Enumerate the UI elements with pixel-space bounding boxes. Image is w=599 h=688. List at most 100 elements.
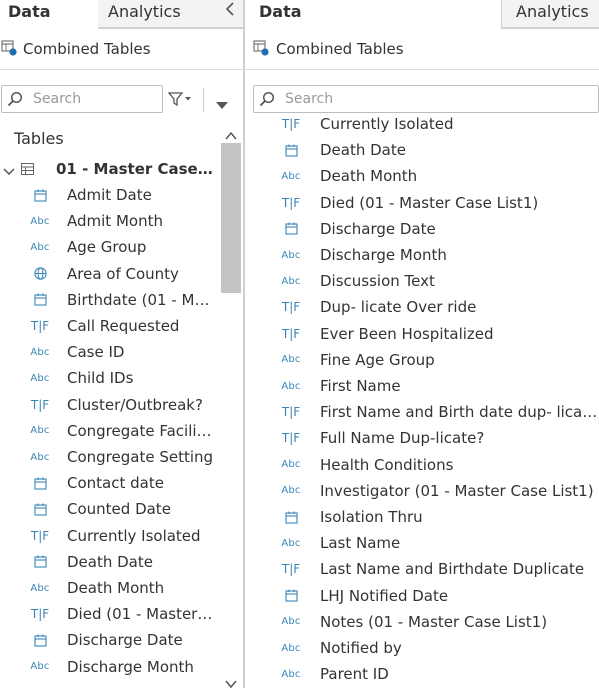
boolean-type-icon: T|F [281,562,301,577]
field-item[interactable]: Abc Death Month [245,163,599,189]
divider [0,69,243,70]
calendar-icon [284,511,298,524]
field-item[interactable]: Discharge Date [245,216,599,242]
calendar-icon [33,293,47,306]
left-tab-bar: Data Analytics [0,0,243,29]
field-label: Discharge Month [67,657,194,676]
field-item[interactable]: Abc Child IDs [0,365,243,391]
field-item[interactable]: Abc Admit Month [0,208,243,234]
vertical-scrollbar[interactable] [221,121,241,688]
field-item[interactable]: Abc Last Name [245,530,599,556]
data-source-item[interactable]: Combined Tables [0,36,243,62]
field-item[interactable]: T|F Ever Been Hospitalized [245,321,599,347]
scrollbar-thumb[interactable] [221,143,241,293]
field-item[interactable]: Area of County [0,261,243,287]
field-item[interactable]: Admit Date [0,182,243,208]
field-label: Full Name Dup-licate? [320,429,485,448]
string-type-icon: Abc [30,215,50,227]
search-input[interactable] [285,91,598,107]
string-type-icon: Abc [30,451,50,463]
search-input[interactable] [33,91,162,107]
data-source-name: Combined Tables [23,40,151,58]
data-source-icon [1,40,17,60]
field-item[interactable]: T|F Last Name and Birthdate Duplicate [245,556,599,582]
field-label: Birthdate (01 - Ma... [67,290,215,309]
field-item[interactable]: Abc Case ID [0,339,243,365]
field-label: Call Requested [67,317,180,335]
right-data-pane: Data Analytics Combined Tables T|F Curren… [245,0,599,688]
field-item[interactable]: Abc Discharge Month [0,654,243,680]
field-item[interactable]: Abc Congregate Facilit... [0,418,243,444]
tab-analytics-label: Analytics [108,2,181,21]
field-item[interactable]: Abc First Name [245,373,599,399]
field-label: Discharge Date [320,219,436,238]
field-item[interactable]: Abc Notified by [245,635,599,661]
calendar-icon [33,503,47,516]
string-type-icon: Abc [281,354,301,366]
search-box[interactable] [1,85,163,113]
left-data-pane: Data Analytics Combined Tables Search Ta… [0,0,243,688]
search-box[interactable] [253,85,599,113]
calendar-icon [33,189,47,202]
field-item[interactable]: T|F Died (01 - Master ... [0,601,243,627]
field-item[interactable]: T|F Full Name Dup-licate? [245,425,599,451]
tables-heading: Tables [14,129,64,148]
field-label: First Name [320,377,401,395]
field-item[interactable]: T|F Died (01 - Master Case List1) [245,190,599,216]
calendar-icon [284,222,298,235]
string-type-icon: Abc [281,616,301,628]
string-type-icon: Abc [281,642,301,654]
field-item[interactable]: T|F Dup- licate Over ride [245,294,599,320]
field-item[interactable]: Abc Investigator (01 - Master Case List1) [245,478,599,504]
field-item[interactable]: Abc Discharge Month [245,242,599,268]
field-label: Contact date [67,474,164,493]
field-label: Death Date [67,552,153,571]
field-item[interactable]: T|F Currently Isolated [245,111,599,137]
boolean-type-icon: T|F [281,195,301,210]
table-name: 01 - Master Case Li... [56,160,216,178]
tab-analytics[interactable]: Analytics [91,0,243,28]
field-item[interactable]: Discharge Date [0,627,243,653]
field-item[interactable]: Abc Congregate Setting [0,444,243,470]
field-item[interactable]: Abc Health Conditions [245,452,599,478]
field-label: Congregate Facilit... [67,421,215,440]
expand-chevron-icon[interactable] [3,163,15,181]
field-item[interactable]: Abc Death Month [0,575,243,601]
data-source-item[interactable]: Combined Tables [245,36,599,62]
field-item[interactable]: LHJ Notified Date [245,583,599,609]
field-item[interactable]: Abc Fine Age Group [245,347,599,373]
tab-analytics[interactable]: Analytics [501,0,599,28]
scroll-down-icon[interactable] [225,674,237,688]
search-icon [259,91,275,107]
field-item[interactable]: Birthdate (01 - Ma... [0,287,243,313]
field-item[interactable]: T|F Cluster/Outbreak? [0,392,243,418]
field-item[interactable]: Contact date [0,470,243,496]
field-item[interactable]: T|F First Name and Birth date dup- licate… [245,399,599,425]
calendar-icon [33,634,47,647]
field-item[interactable]: T|F Call Requested [0,313,243,339]
field-label: Died (01 - Master Case List1) [320,193,539,212]
field-item[interactable]: Abc Discussion Text [245,268,599,294]
string-type-icon: Abc [281,459,301,471]
collapse-pane-icon[interactable] [225,0,235,24]
boolean-type-icon: T|F [30,319,50,333]
field-item[interactable]: Death Date [0,549,243,575]
boolean-type-icon: T|F [281,431,301,446]
field-item[interactable]: Isolation Thru [245,504,599,530]
tab-data[interactable]: Data [0,0,98,29]
filter-icon[interactable] [167,91,192,111]
field-item[interactable]: Abc Age Group [0,234,243,260]
field-label: Admit Date [67,186,152,204]
calendar-icon [284,589,298,602]
table-item[interactable]: 01 - Master Case Li... [0,156,243,182]
field-item[interactable]: T|F Currently Isolated [0,523,243,549]
field-item[interactable]: Death Date [245,137,599,163]
field-label: Currently Isolated [67,526,201,545]
field-item[interactable]: Abc Parent ID [245,661,599,687]
tab-data[interactable]: Data [245,0,501,29]
more-options-icon[interactable] [216,95,228,114]
field-label: Death Month [320,167,418,186]
string-type-icon: Abc [30,425,50,437]
field-item[interactable]: Abc Notes (01 - Master Case List1) [245,609,599,635]
field-item[interactable]: Counted Date [0,496,243,522]
